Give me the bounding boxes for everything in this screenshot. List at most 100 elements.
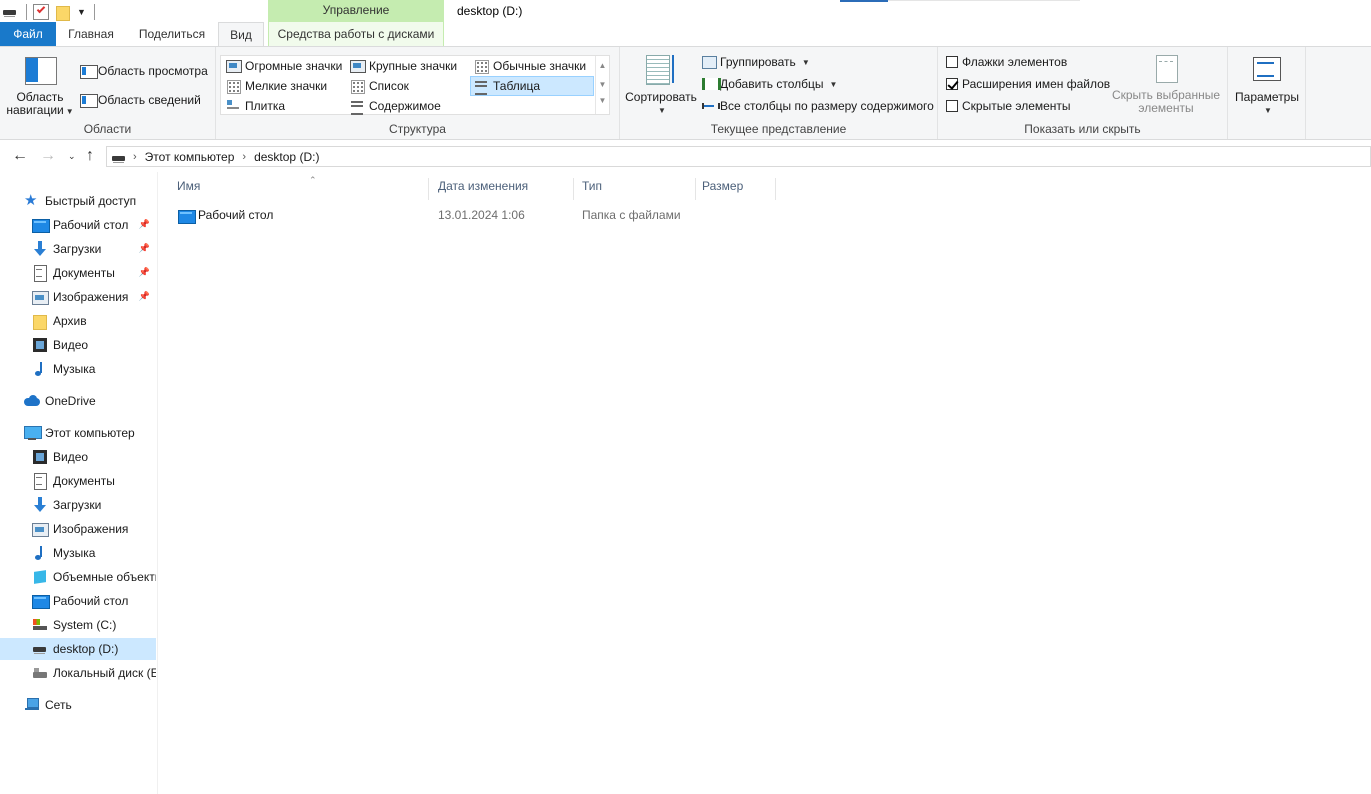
sort-by-button[interactable]: Сортировать ▼ xyxy=(624,55,698,117)
tab-disk-tools[interactable]: Средства работы с дисками xyxy=(268,22,444,46)
nav-qa-pictures[interactable]: Изображения 📌 xyxy=(0,286,156,308)
nav-pc-desktop[interactable]: Рабочий стол xyxy=(0,590,156,612)
nav-qa-desktop[interactable]: Рабочий стол 📌 xyxy=(0,214,156,236)
nav-pc-documents[interactable]: Документы xyxy=(0,470,156,492)
layout-tiles[interactable]: Плитка xyxy=(223,97,345,115)
dropdown-arrow-icon: ▼ xyxy=(658,106,666,115)
nav-qa-video[interactable]: Видео xyxy=(0,334,156,356)
downloads-icon xyxy=(32,241,48,257)
tab-share[interactable]: Поделиться xyxy=(130,22,214,46)
nav-pc-3d-objects[interactable]: Объемные объекты xyxy=(0,566,156,588)
layout-details[interactable]: Таблица xyxy=(470,76,594,96)
breadcrumb-separator-icon[interactable]: › xyxy=(242,151,246,163)
nav-item-label: Объемные объекты xyxy=(53,570,156,584)
forward-arrow-icon[interactable]: → xyxy=(40,146,56,166)
nav-quick-access[interactable]: Быстрый доступ xyxy=(0,190,156,212)
pin-icon[interactable]: 📌 xyxy=(139,267,150,278)
customize-toolbar-chevron-icon[interactable]: ▼ xyxy=(77,7,86,17)
layout-large-icons[interactable]: Крупные значки xyxy=(347,57,467,75)
nav-qa-documents[interactable]: Документы 📌 xyxy=(0,262,156,284)
details-pane-button[interactable]: Область сведений xyxy=(80,93,201,108)
navigation-pane-button[interactable]: Область навигации ▼ xyxy=(4,57,76,118)
column-header-type[interactable]: Тип xyxy=(576,178,696,200)
nav-network[interactable]: Сеть xyxy=(0,694,156,716)
file-name: Рабочий стол xyxy=(198,208,274,222)
pin-icon[interactable]: 📌 xyxy=(139,291,150,302)
layout-extra-large-icons[interactable]: Огромные значки xyxy=(223,57,345,75)
hide-selected-button[interactable]: Скрыть выбранные элементы xyxy=(1110,55,1222,115)
nav-qa-music[interactable]: Музыка xyxy=(0,358,156,380)
dropdown-arrow-icon: ▼ xyxy=(829,79,838,89)
layout-list[interactable]: Список xyxy=(347,77,467,95)
column-header-size[interactable]: Размер xyxy=(696,178,776,200)
options-button[interactable]: Параметры ▼ xyxy=(1232,57,1302,117)
hidden-items-toggle[interactable]: Скрытые элементы xyxy=(946,99,1071,113)
layout-medium-icons[interactable]: Обычные значки xyxy=(471,57,593,75)
current-view-group: Сортировать ▼ Группировать ▼ Добавить ст… xyxy=(620,47,938,139)
nav-item-label: Видео xyxy=(53,450,89,464)
layout-option-label: Плитка xyxy=(245,99,286,113)
back-arrow-icon[interactable]: ← xyxy=(12,146,28,166)
nav-pc-pictures[interactable]: Изображения xyxy=(0,518,156,540)
scroll-up-icon[interactable]: ▲ xyxy=(596,56,609,75)
recent-locations-chevron-icon[interactable]: ⌄ xyxy=(68,146,76,166)
nav-pc-music[interactable]: Музыка xyxy=(0,542,156,564)
star-icon xyxy=(24,191,40,209)
layout-small-icons[interactable]: Мелкие значки xyxy=(223,77,345,95)
add-columns-button[interactable]: Добавить столбцы ▼ xyxy=(702,77,837,91)
extra-large-icons-icon xyxy=(226,59,242,73)
properties-icon[interactable] xyxy=(33,4,49,20)
title-bar: ▼ Управление desktop (D:) xyxy=(0,0,1371,24)
nav-item-label: Локальный диск (E:) xyxy=(53,666,156,680)
nav-pc-desktop-d[interactable]: desktop (D:) xyxy=(0,638,156,660)
item-checkboxes-checkbox[interactable] xyxy=(946,56,958,68)
up-arrow-icon[interactable]: ↑ xyxy=(86,146,94,166)
breadcrumb-current[interactable]: desktop (D:) xyxy=(254,150,319,164)
folder-icon xyxy=(32,313,48,330)
breadcrumb-separator-icon[interactable]: › xyxy=(133,151,137,163)
column-header-label: Дата изменения xyxy=(438,179,529,193)
pin-icon[interactable]: 📌 xyxy=(139,243,150,254)
nav-qa-archive[interactable]: Архив xyxy=(0,310,156,332)
hide-selected-label: Скрыть выбранные элементы xyxy=(1111,88,1221,115)
pin-icon[interactable]: 📌 xyxy=(139,219,150,230)
nav-pc-video[interactable]: Видео xyxy=(0,446,156,468)
file-extensions-toggle[interactable]: Расширения имен файлов xyxy=(946,77,1110,91)
tab-file[interactable]: Файл xyxy=(0,22,56,46)
column-header-date-modified[interactable]: Дата изменения xyxy=(432,178,574,200)
layout-content[interactable]: Содержимое xyxy=(347,97,467,115)
nav-item-label: Документы xyxy=(53,266,115,280)
show-hide-group-label: Показать или скрыть xyxy=(1024,122,1141,136)
file-type: Папка с файлами xyxy=(582,208,681,222)
fit-columns-button[interactable]: Все столбцы по размеру содержимого xyxy=(702,99,934,113)
fit-columns-label: Все столбцы по размеру содержимого xyxy=(720,99,934,113)
column-header-name[interactable]: ⌃ Имя xyxy=(171,175,429,200)
layout-option-label: Крупные значки xyxy=(369,59,458,73)
tab-view[interactable]: Вид xyxy=(218,22,264,47)
breadcrumb-this-pc[interactable]: Этот компьютер xyxy=(145,150,235,164)
item-checkboxes-toggle[interactable]: Флажки элементов xyxy=(946,55,1067,69)
content-view-icon xyxy=(350,99,364,115)
tab-home[interactable]: Главная xyxy=(60,22,122,46)
table-row[interactable]: Рабочий стол 13.01.2024 1:06 Папка с фай… xyxy=(169,206,769,226)
nav-onedrive[interactable]: OneDrive xyxy=(0,390,156,412)
new-folder-icon[interactable] xyxy=(55,4,71,21)
nav-item-label: Загрузки xyxy=(53,498,102,512)
scroll-down-icon[interactable]: ▼ xyxy=(596,75,609,94)
nav-qa-downloads[interactable]: Загрузки 📌 xyxy=(0,238,156,260)
gallery-more-icon[interactable]: ▼ xyxy=(596,94,609,108)
nav-item-label: Сеть xyxy=(45,698,72,712)
address-bar[interactable]: › Этот компьютер › desktop (D:) xyxy=(106,146,1371,167)
gallery-scroll[interactable]: ▲ ▼ ▼ xyxy=(595,56,609,114)
nav-pc-downloads[interactable]: Загрузки xyxy=(0,494,156,516)
preview-pane-button[interactable]: Область просмотра xyxy=(80,64,208,79)
hidden-items-checkbox[interactable] xyxy=(946,100,958,112)
nav-pc-system-c[interactable]: System (C:) xyxy=(0,614,156,636)
nav-this-pc[interactable]: Этот компьютер xyxy=(0,422,156,444)
group-by-button[interactable]: Группировать ▼ xyxy=(702,55,810,69)
pictures-icon xyxy=(32,289,49,305)
file-extensions-checkbox[interactable] xyxy=(946,78,958,90)
onedrive-cloud-icon xyxy=(24,393,40,409)
drive-icon xyxy=(111,150,125,164)
nav-pc-local-disk-e[interactable]: Локальный диск (E:) xyxy=(0,662,156,684)
